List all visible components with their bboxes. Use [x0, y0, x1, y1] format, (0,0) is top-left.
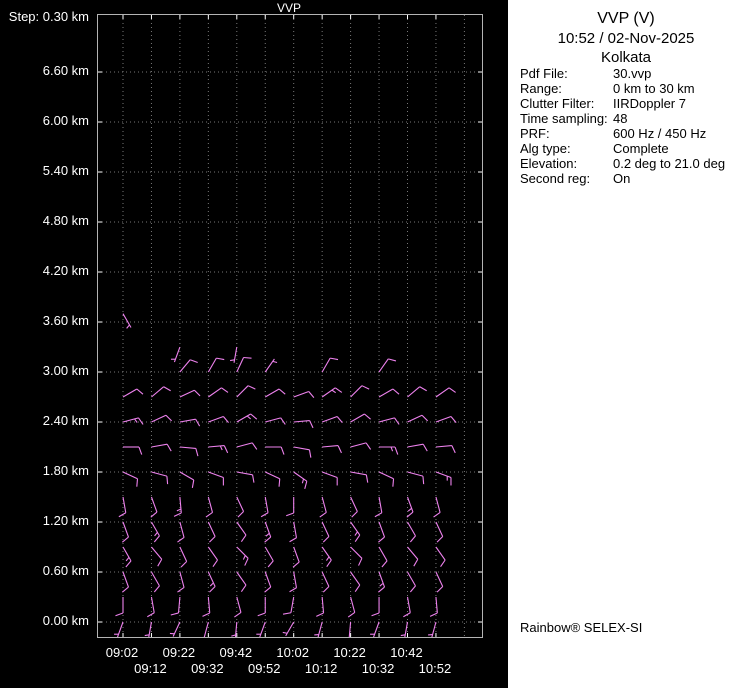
field-value: IIRDoppler 7	[613, 96, 686, 111]
field-label: Second reg:	[520, 171, 591, 186]
panel-site: Kolkata	[600, 49, 652, 66]
info-panel: VVP (V) 10:52 / 02-Nov-2025 Kolkata Pdf …	[508, 0, 744, 688]
field-row: Pdf File: 30.vvp	[520, 66, 740, 81]
info-fields: Pdf File: 30.vvp Range: 0 km to 30 km Clutte…	[520, 66, 740, 186]
x-tick-label: 09:12	[134, 661, 167, 676]
field-value: 0 km to 30 km	[613, 81, 695, 96]
field-label: Range:	[520, 81, 562, 96]
field-label: Alg type:	[520, 141, 571, 156]
field-label: Clutter Filter:	[520, 96, 595, 111]
panel-title: VVP (V)	[597, 10, 655, 27]
field-label: Time sampling:	[520, 111, 608, 126]
panel-datetime: 10:52 / 02-Nov-2025	[557, 30, 695, 47]
field-value: 0.2 deg to 21.0 deg	[613, 156, 726, 171]
field-label: PRF:	[520, 126, 550, 141]
x-tick-label: 09:22	[162, 645, 196, 660]
field-label: Pdf File:	[520, 66, 568, 81]
x-tick-label: 09:52	[247, 661, 281, 676]
field-row: Second reg: On	[520, 171, 740, 186]
x-axis: 09:02 09:12 09:22 09:32 09:42 09:52 10:02 10:12…	[0, 0, 508, 688]
field-label: Elevation:	[520, 156, 578, 171]
field-value: 48	[613, 111, 628, 126]
x-tick-label: 09:32	[191, 661, 224, 676]
field-value: Complete	[613, 141, 669, 156]
x-tick-label: 10:52	[418, 661, 452, 676]
field-row: Alg type: Complete	[520, 141, 740, 156]
field-row: Elevation: 0.2 deg to 21.0 deg	[520, 156, 740, 171]
x-tick-label: 10:22	[333, 645, 366, 660]
field-value: 30.vvp	[613, 66, 652, 81]
vvp-window: VVP Step: 0.30 km 6.60 km 6.00 km 5.40 km 4…	[0, 0, 744, 688]
field-row: Range: 0 km to 30 km	[520, 81, 740, 96]
x-tick-label: 09:42	[219, 645, 253, 660]
field-value: 600 Hz / 450 Hz	[613, 126, 707, 141]
x-tick-label: 10:02	[276, 645, 309, 660]
field-row: Time sampling: 48	[520, 111, 740, 126]
brand-footer: Rainbow® SELEX-SI	[520, 620, 643, 635]
x-tick-label: 10:42	[390, 645, 423, 660]
field-value: On	[613, 171, 631, 186]
field-row: PRF: 600 Hz / 450 Hz	[520, 126, 740, 141]
field-row: Clutter Filter: IIRDoppler 7	[520, 96, 740, 111]
x-tick-label: 10:32	[361, 661, 395, 676]
x-tick-label: 10:12	[304, 661, 338, 676]
x-tick-label: 09:02	[105, 645, 139, 660]
